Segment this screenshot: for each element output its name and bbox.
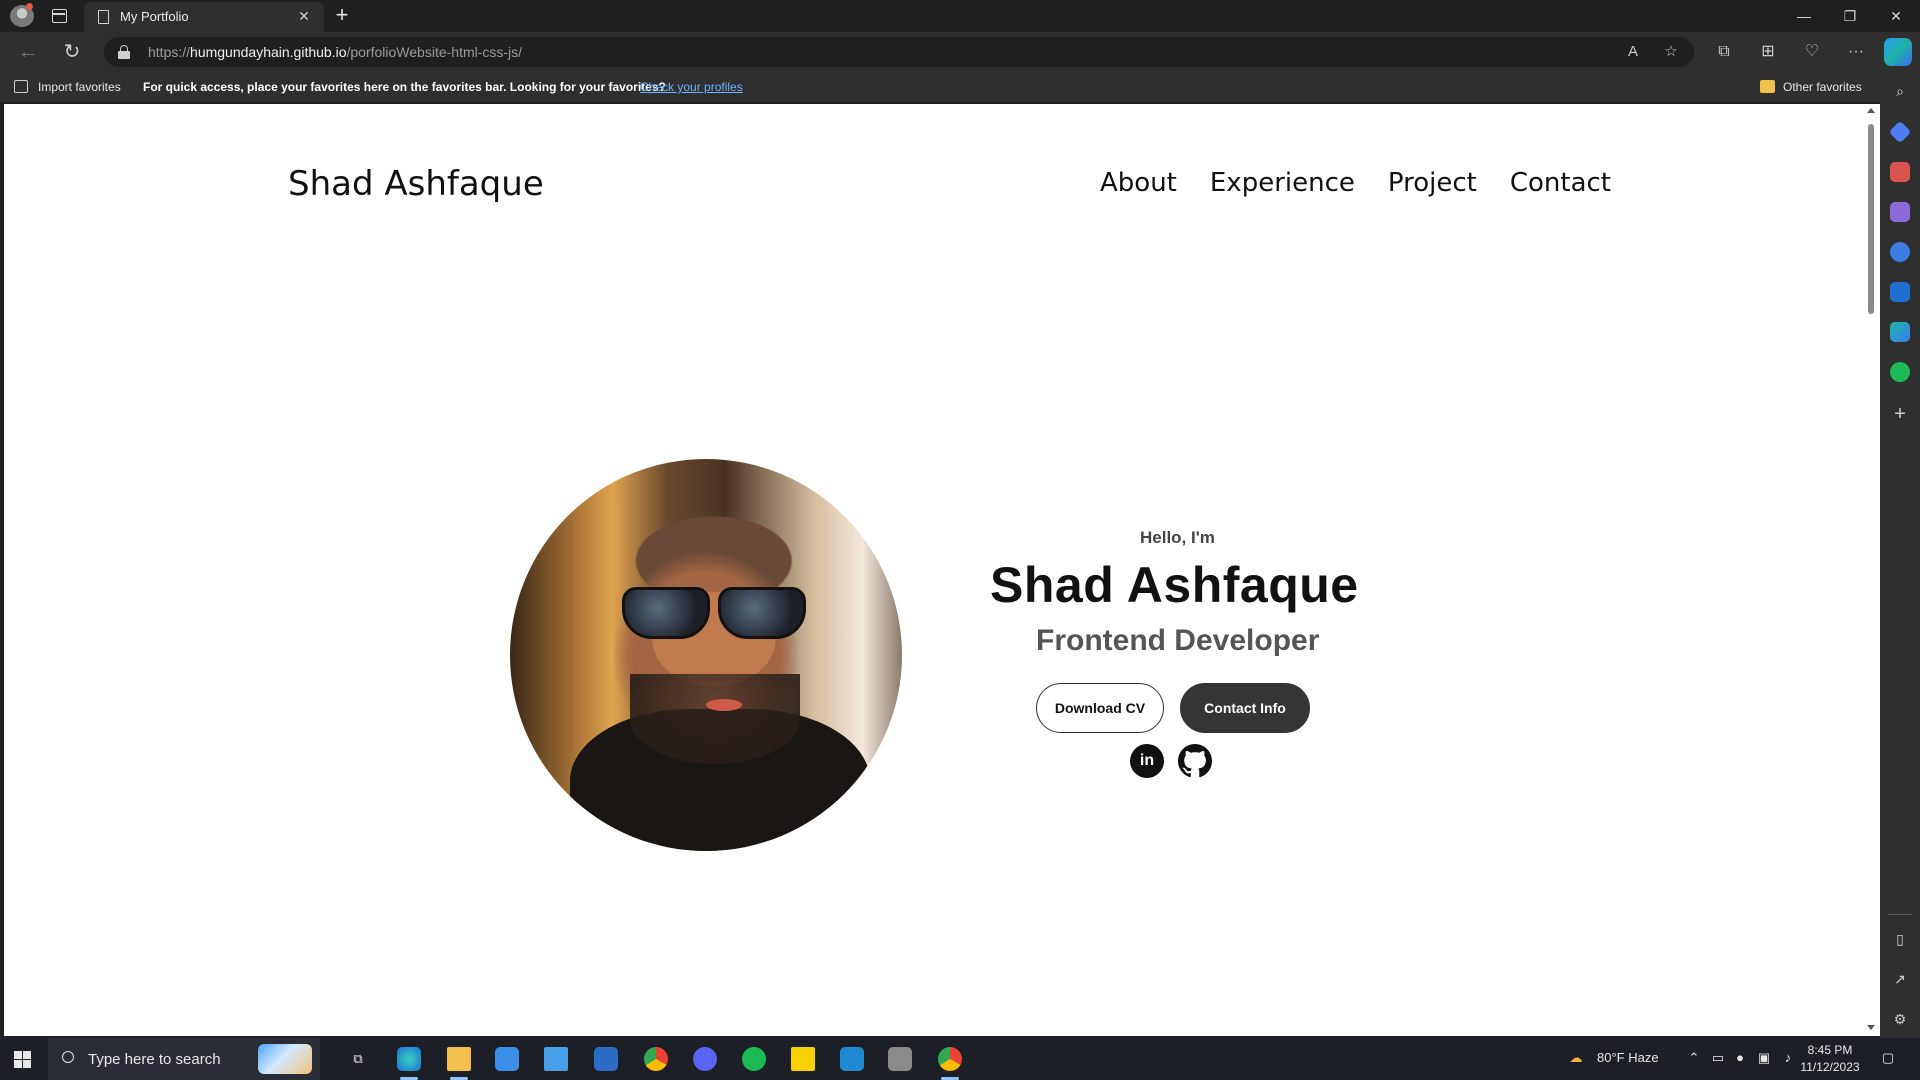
screen: My Portfolio ✕ + — ❐ ✕ ← ↻ https://humgu… xyxy=(0,0,1920,1080)
read-aloud-icon[interactable]: A xyxy=(1622,41,1644,63)
search-icon xyxy=(62,1051,74,1063)
file-explorer-icon[interactable] xyxy=(447,1047,471,1071)
import-favorites-icon xyxy=(14,80,28,93)
url-text[interactable]: https://humgundayhain.github.io/porfolio… xyxy=(148,44,522,60)
nav-project[interactable]: Project xyxy=(1388,168,1477,198)
linkedin-icon[interactable]: in xyxy=(1130,744,1164,778)
tab-my-portfolio[interactable]: My Portfolio ✕ xyxy=(84,2,324,32)
restore-button[interactable]: ❐ xyxy=(1827,0,1873,32)
weather-text[interactable]: 80°F Haze xyxy=(1597,1050,1659,1065)
nav-experience[interactable]: Experience xyxy=(1210,168,1355,198)
settings-gear-icon[interactable]: ⚙ xyxy=(1891,1010,1909,1028)
github-icon[interactable] xyxy=(1178,744,1212,778)
hero-greeting: Hello, I'm xyxy=(1140,528,1215,547)
hero-role: Frontend Developer xyxy=(1036,624,1320,657)
page-icon xyxy=(98,10,109,24)
notification-badge xyxy=(26,3,33,10)
close-tab-icon[interactable]: ✕ xyxy=(294,6,314,26)
search-icon[interactable]: ⌕ xyxy=(1891,82,1909,100)
microphone-icon[interactable]: ● xyxy=(1732,1050,1748,1066)
shopping-tag-icon[interactable] xyxy=(1888,120,1912,144)
sticky-notes-icon[interactable] xyxy=(791,1047,815,1071)
scroll-up-arrow-icon[interactable] xyxy=(1867,108,1875,113)
windows-start-icon[interactable] xyxy=(14,1051,31,1068)
browser-title-bar: My Portfolio ✕ + — ❐ ✕ xyxy=(0,0,1920,32)
scroll-down-arrow-icon[interactable] xyxy=(1867,1025,1875,1030)
tab-title: My Portfolio xyxy=(120,9,189,24)
folder-icon xyxy=(1760,80,1775,93)
browser-toolbar: ← ↻ https://humgundayhain.github.io/porf… xyxy=(0,32,1920,72)
import-favorites-link[interactable]: Import favorites xyxy=(38,80,121,94)
outlook-icon[interactable] xyxy=(1890,282,1910,302)
page-scrollbar[interactable] xyxy=(1862,104,1880,1036)
search-highlight-image xyxy=(258,1044,312,1074)
new-tab-button[interactable]: + xyxy=(330,4,354,28)
more-menu-icon[interactable]: ··· xyxy=(1844,40,1868,64)
edge-taskbar-icon[interactable] xyxy=(397,1047,421,1071)
add-sidebar-app-icon[interactable]: + xyxy=(1890,404,1910,424)
search-placeholder: Type here to search xyxy=(88,1051,221,1068)
split-screen-icon[interactable]: ⧉ xyxy=(1712,40,1736,64)
vscode-icon[interactable] xyxy=(840,1047,864,1071)
edge-sidebar: ⌕ + ▯ ↗ ⚙ xyxy=(1880,72,1920,1038)
clock-time: 8:45 PM xyxy=(1807,1043,1853,1057)
clock-date: 11/12/2023 xyxy=(1800,1060,1860,1074)
address-bar[interactable]: https://humgundayhain.github.io/porfolio… xyxy=(104,37,1694,67)
volume-icon[interactable]: ♪ xyxy=(1780,1050,1796,1066)
lock-icon[interactable] xyxy=(118,45,130,59)
copilot-icon[interactable] xyxy=(1884,38,1912,66)
collections-icon[interactable]: ⊞ xyxy=(1756,40,1780,64)
favorites-bar: Import favorites For quick access, place… xyxy=(0,72,1880,102)
chrome-profile-icon[interactable] xyxy=(938,1047,962,1071)
nav-contact[interactable]: Contact xyxy=(1510,168,1611,198)
microsoft-365-icon[interactable] xyxy=(1890,242,1910,262)
profile-photo xyxy=(510,459,902,851)
windows-taskbar: Type here to search ⧉ ☁ 80°F Haze ⌃ ▭ ● … xyxy=(0,1038,1920,1080)
nav-about[interactable]: About xyxy=(1100,168,1177,198)
scroll-thumb[interactable] xyxy=(1868,124,1874,314)
games-icon[interactable] xyxy=(1890,202,1910,222)
url-path: /porfolioWebsite-html-css-js/ xyxy=(346,44,523,60)
favorite-star-icon[interactable]: ☆ xyxy=(1660,41,1682,63)
weather-icon[interactable]: ☁ xyxy=(1568,1050,1584,1066)
browser-essentials-icon[interactable]: ♡ xyxy=(1800,40,1824,64)
meet-now-icon[interactable]: ▭ xyxy=(1710,1050,1726,1066)
download-cv-button[interactable]: Download CV xyxy=(1036,683,1164,733)
task-view-icon[interactable]: ⧉ xyxy=(350,1051,366,1067)
microsoft-store-icon[interactable] xyxy=(495,1047,519,1071)
taskbar-clock[interactable]: 8:45 PM 11/12/2023 xyxy=(1800,1042,1860,1076)
drop-icon[interactable] xyxy=(1890,322,1910,342)
chrome-icon[interactable] xyxy=(644,1047,668,1071)
show-hidden-icons-icon[interactable]: ⌃ xyxy=(1686,1050,1702,1066)
hide-sidebar-icon[interactable]: ▯ xyxy=(1891,930,1909,948)
sidebar-divider xyxy=(1888,914,1912,915)
news-app-icon[interactable] xyxy=(594,1047,618,1071)
reload-button[interactable]: ↻ xyxy=(60,40,84,64)
site-logo[interactable]: Shad Ashfaque xyxy=(288,164,544,204)
back-button[interactable]: ← xyxy=(16,40,40,64)
close-window-button[interactable]: ✕ xyxy=(1873,0,1919,32)
favorites-message: For quick access, place your favorites h… xyxy=(143,80,666,94)
site-nav: About Experience Project Contact xyxy=(1100,168,1611,198)
minimize-button[interactable]: — xyxy=(1781,0,1827,32)
tab-actions-icon[interactable] xyxy=(52,9,67,23)
taskbar-search-box[interactable]: Type here to search xyxy=(48,1038,320,1080)
spotify-taskbar-icon[interactable] xyxy=(742,1047,766,1071)
open-external-icon[interactable]: ↗ xyxy=(1891,970,1909,988)
hero-name: Shad Ashfaque xyxy=(990,557,1359,613)
network-icon[interactable]: ▣ xyxy=(1756,1050,1772,1066)
mail-icon[interactable] xyxy=(544,1047,568,1071)
archive-app-icon[interactable] xyxy=(888,1047,912,1071)
other-favorites-button[interactable]: Other favorites xyxy=(1783,80,1862,94)
contact-info-button[interactable]: Contact Info xyxy=(1180,683,1310,733)
notifications-icon[interactable]: ▢ xyxy=(1880,1050,1896,1066)
url-host: humgundayhain.github.io xyxy=(190,44,347,60)
check-profiles-link[interactable]: Check your profiles xyxy=(640,80,743,94)
url-scheme: https:// xyxy=(148,44,191,60)
tools-briefcase-icon[interactable] xyxy=(1890,162,1910,182)
discord-icon[interactable] xyxy=(693,1047,717,1071)
page-viewport: Shad Ashfaque About Experience Project C… xyxy=(4,104,1866,1036)
spotify-icon[interactable] xyxy=(1890,362,1910,382)
